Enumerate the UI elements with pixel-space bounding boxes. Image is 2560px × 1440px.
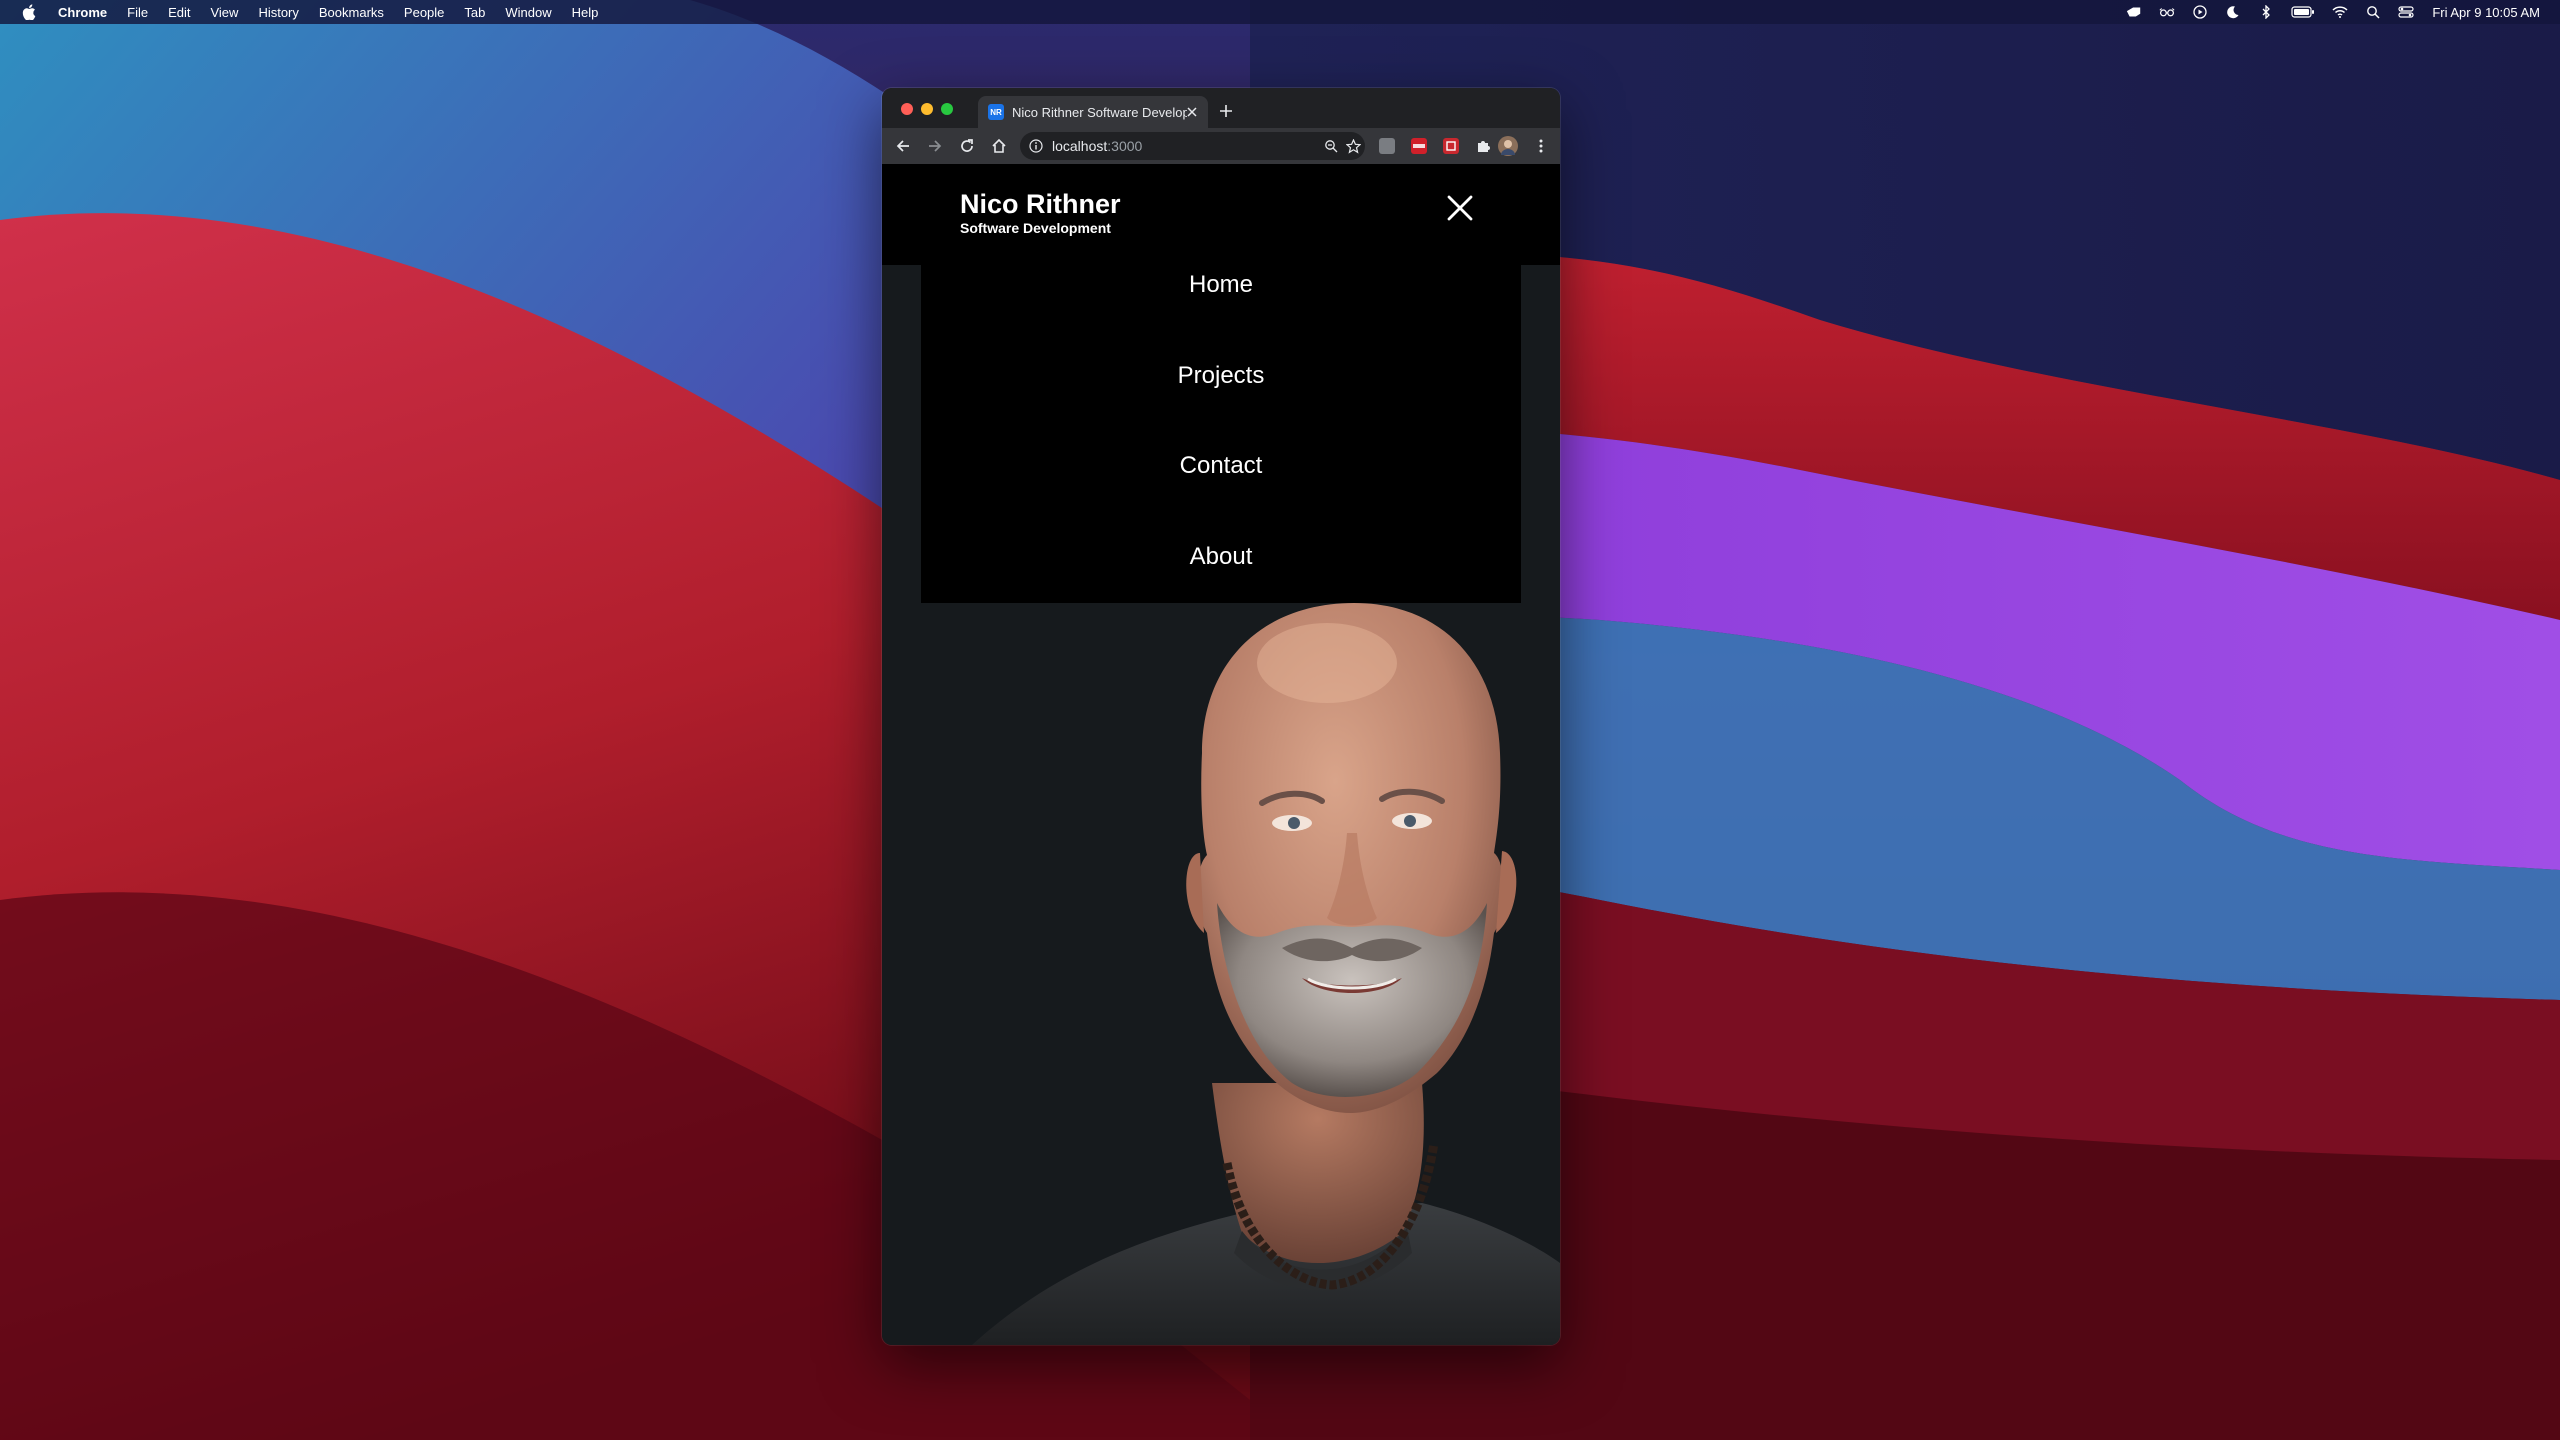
browser-toolbar: localhost:3000 xyxy=(882,128,1560,164)
tab-strip: NR Nico Rithner Software Develop xyxy=(882,88,1560,128)
url-port: :3000 xyxy=(1107,138,1143,154)
menu-history[interactable]: History xyxy=(258,5,298,20)
bluetooth-icon[interactable] xyxy=(2258,4,2274,20)
address-url: localhost:3000 xyxy=(1052,138,1142,154)
battery-icon[interactable] xyxy=(2291,4,2315,20)
home-icon[interactable] xyxy=(989,136,1009,156)
portrait-photo xyxy=(972,603,1560,1345)
mobile-nav-menu: Home Projects Contact About xyxy=(921,265,1521,603)
tab-close-icon[interactable] xyxy=(1184,104,1200,120)
zoom-icon[interactable] xyxy=(1323,138,1339,154)
menubar-clock[interactable]: Fri Apr 9 10:05 AM xyxy=(2432,5,2540,20)
close-menu-icon[interactable] xyxy=(1444,192,1476,224)
url-host: localhost xyxy=(1052,138,1108,154)
browser-menu-kebab-icon[interactable] xyxy=(1531,136,1551,156)
nav-item-contact[interactable]: Contact xyxy=(921,446,1521,486)
window-maximize-button[interactable] xyxy=(941,103,953,115)
menu-file[interactable]: File xyxy=(127,5,148,20)
extension-red-box-icon[interactable] xyxy=(1443,138,1459,154)
moon-icon[interactable] xyxy=(2225,4,2241,20)
menu-people[interactable]: People xyxy=(404,5,444,20)
window-close-button[interactable] xyxy=(901,103,913,115)
page-viewport: Nico Rithner Software Development Home P… xyxy=(882,164,1560,1345)
apple-icon[interactable] xyxy=(20,3,38,21)
extension-gray-icon[interactable] xyxy=(1379,138,1395,154)
nav-item-projects[interactable]: Projects xyxy=(921,356,1521,396)
site-name: Nico Rithner xyxy=(960,189,1121,219)
nav-item-home[interactable]: Home xyxy=(921,265,1521,305)
back-arrow-icon[interactable] xyxy=(893,136,913,156)
forward-arrow-icon[interactable] xyxy=(925,136,945,156)
address-bar[interactable]: localhost:3000 xyxy=(1020,132,1365,160)
menu-edit[interactable]: Edit xyxy=(168,5,190,20)
menu-view[interactable]: View xyxy=(210,5,238,20)
browser-window: NR Nico Rithner Software Develop localho… xyxy=(882,88,1560,1345)
menu-window[interactable]: Window xyxy=(505,5,551,20)
new-tab-button[interactable] xyxy=(1216,101,1236,121)
site-brand[interactable]: Nico Rithner Software Development xyxy=(960,189,1121,236)
puzzle-icon[interactable] xyxy=(1475,138,1491,154)
site-info-icon[interactable] xyxy=(1028,138,1044,154)
spotlight-search-icon[interactable] xyxy=(2365,4,2381,20)
glasses-icon[interactable] xyxy=(2159,4,2175,20)
menu-tab[interactable]: Tab xyxy=(464,5,485,20)
extension-red-icon[interactable] xyxy=(1411,138,1427,154)
menu-bookmarks[interactable]: Bookmarks xyxy=(319,5,384,20)
browser-tab-active[interactable]: NR Nico Rithner Software Develop xyxy=(978,96,1208,128)
menu-app-name[interactable]: Chrome xyxy=(58,5,107,20)
site-header: Nico Rithner Software Development xyxy=(882,164,1560,265)
mac-menu-bar: Chrome File Edit View History Bookmarks … xyxy=(0,0,2560,24)
bookmark-star-icon[interactable] xyxy=(1345,138,1361,154)
nav-item-about[interactable]: About xyxy=(921,537,1521,577)
reload-icon[interactable] xyxy=(957,136,977,156)
wifi-icon[interactable] xyxy=(2332,4,2348,20)
control-center-icon[interactable] xyxy=(2398,4,2414,20)
site-tagline: Software Development xyxy=(960,220,1111,236)
site-favicon-icon: NR xyxy=(988,104,1004,120)
play-circle-icon[interactable] xyxy=(2192,4,2208,20)
notification-hand-icon[interactable] xyxy=(2126,4,2142,20)
menu-help[interactable]: Help xyxy=(572,5,599,20)
tab-title: Nico Rithner Software Develop xyxy=(1012,104,1187,120)
window-minimize-button[interactable] xyxy=(921,103,933,115)
profile-avatar-icon[interactable] xyxy=(1498,136,1518,156)
